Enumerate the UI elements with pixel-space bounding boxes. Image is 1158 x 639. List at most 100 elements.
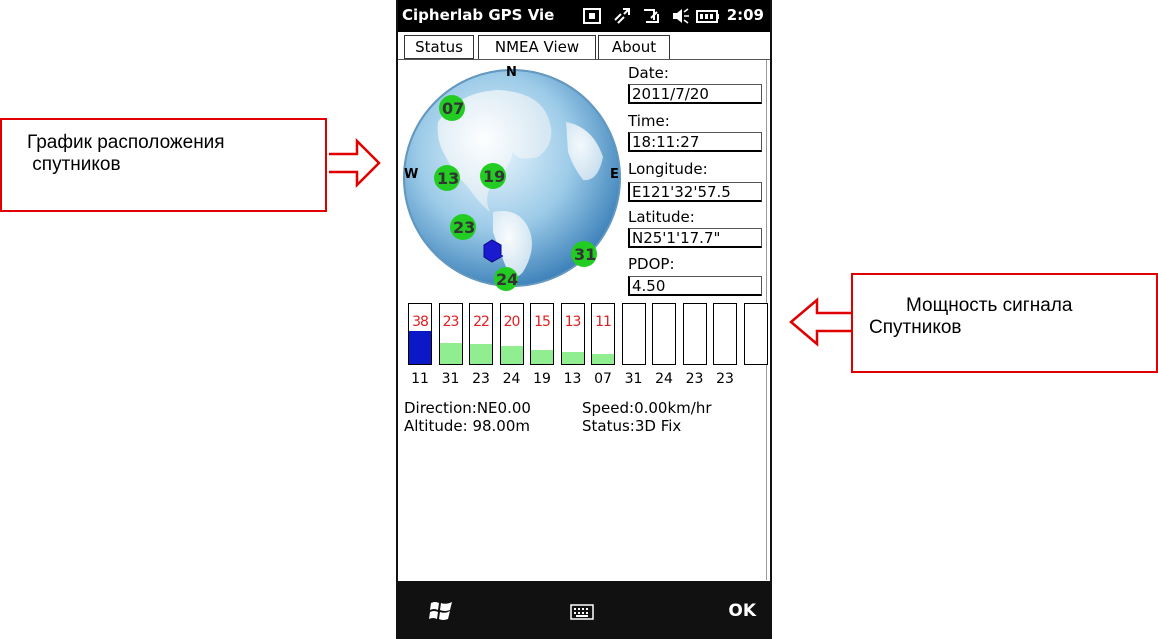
fix-status-label: Status:	[582, 417, 635, 435]
speed-row: Speed:0.00km/hr	[582, 399, 712, 417]
speed-value: 0.00km/hr	[634, 399, 712, 417]
svg-text:24: 24	[496, 270, 518, 289]
signal-bar-prn: 24	[502, 371, 521, 387]
signal-bar-prn: 24	[655, 371, 673, 387]
signal-bar: 22	[469, 303, 493, 365]
signal-bar-snr: 11	[595, 314, 612, 330]
time-field: 18:11:27	[628, 132, 762, 152]
keyboard-icon[interactable]	[570, 604, 594, 620]
signal-bar: 11	[591, 303, 615, 365]
signal-bar-prn: 31	[441, 371, 460, 387]
signal-bar	[682, 303, 707, 365]
signal-bar-prn: 31	[624, 371, 643, 387]
signal-bar-prn: 23	[716, 371, 734, 387]
signal-bar-prn: 07	[594, 371, 612, 387]
phone-screen: Cipherlab GPS Vie 2:09 Status NMEA View …	[396, 0, 772, 639]
latitude-field: N25'1'17.7"	[628, 228, 762, 248]
svg-text:13: 13	[437, 169, 459, 188]
signal-bar: 38	[408, 303, 432, 365]
signal-strength-callout: Мощность сигнала Спутников	[851, 273, 1158, 373]
tab-nmea-view[interactable]: NMEA View	[478, 35, 596, 59]
satellite-marker: 11	[483, 239, 504, 263]
signal-bar	[621, 303, 646, 365]
pdop-label: PDOP:	[628, 255, 675, 273]
connectivity-icon[interactable]	[612, 6, 632, 26]
tab-about[interactable]: About	[598, 35, 670, 59]
signal-bar-fill	[409, 331, 431, 364]
speed-label: Speed:	[582, 399, 635, 417]
signal-bar	[713, 303, 737, 365]
signal-bar-snr: 23	[442, 314, 460, 330]
ok-button[interactable]: OK	[728, 601, 756, 621]
latitude-label: Latitude:	[628, 208, 695, 226]
direction-label: Direction:	[404, 399, 477, 417]
window-icon[interactable]	[582, 6, 602, 26]
app-title: Cipherlab GPS Vie	[402, 6, 555, 24]
sky-plot-callout: График расположения спутников	[0, 118, 327, 212]
signal-bar-fill	[561, 352, 584, 364]
callout-text: Мощность сигнала	[906, 295, 1073, 316]
battery-icon[interactable]	[696, 6, 720, 26]
date-field: 2011/7/20	[628, 84, 762, 104]
signal-bar-prn: 23	[472, 371, 490, 387]
signal-bar: 23	[438, 303, 463, 365]
satellite-marker: 19	[480, 163, 506, 189]
signal-bar-prn: 13	[563, 371, 582, 387]
callout-arrow-right-icon	[329, 138, 381, 188]
tab-label: NMEA View	[494, 38, 580, 56]
signal-bar-fill	[592, 354, 614, 364]
signal-bar-fill	[500, 346, 523, 364]
satellite-marker: 31	[571, 241, 597, 267]
signal-bar-fill	[439, 343, 462, 364]
signal-bar-prn: 23	[685, 371, 704, 387]
tab-label: Status	[415, 38, 463, 56]
altitude-row: Altitude: 98.00m	[404, 417, 530, 435]
time-label: Time:	[628, 112, 670, 130]
direction-row: Direction:NE0.00	[404, 399, 531, 417]
signal-bar-prn: 11	[411, 371, 429, 387]
satellite-marker: 13	[434, 165, 460, 191]
volume-icon[interactable]	[670, 6, 690, 26]
date-label: Date:	[628, 64, 669, 82]
svg-text:23: 23	[453, 218, 475, 237]
longitude-field: E121'32'57.5	[628, 182, 762, 202]
sky-plot: N W E 07 13 19 23 11 31 24	[403, 65, 621, 291]
signal-bar-fill	[470, 344, 492, 364]
clock: 2:09	[726, 6, 764, 24]
svg-text:31: 31	[574, 245, 596, 264]
signal-bar-prn: 19	[533, 371, 551, 387]
svg-text:19: 19	[483, 167, 505, 186]
signal-bar	[743, 303, 768, 365]
satellite-marker: 24	[494, 267, 518, 291]
signal-bar-snr: 13	[564, 314, 582, 330]
signal-bar-snr: 15	[534, 314, 551, 330]
windows-start-icon[interactable]	[428, 599, 454, 623]
altitude-label: Altitude:	[404, 417, 468, 435]
callout-text: спутников	[27, 154, 121, 175]
signal-bar	[652, 303, 676, 365]
signal-bar-snr: 20	[503, 314, 521, 330]
longitude-label: Longitude:	[628, 160, 708, 178]
signal-bar-snr: 38	[412, 314, 429, 330]
status-bar: Cipherlab GPS Vie 2:09	[398, 0, 770, 32]
satellite-marker: 07	[439, 95, 465, 121]
callout-text: График расположения	[27, 132, 225, 153]
signal-off-icon[interactable]	[642, 6, 662, 26]
direction-value: NE0.00	[476, 399, 531, 417]
altitude-value: 98.00m	[472, 417, 531, 435]
signal-bar-snr: 22	[473, 314, 490, 330]
signal-bar-fill	[531, 350, 553, 364]
svg-text:11: 11	[483, 243, 504, 261]
callout-text: Спутников	[869, 317, 962, 338]
compass-east: E	[610, 167, 619, 182]
compass-north: N	[506, 65, 517, 80]
signal-bar: 20	[499, 303, 524, 365]
tab-status[interactable]: Status	[404, 35, 474, 59]
soft-key-bar: OK	[398, 581, 770, 639]
tab-divider	[398, 59, 770, 60]
svg-text:07: 07	[442, 99, 464, 118]
signal-bar: 13	[560, 303, 585, 365]
tab-label: About	[611, 38, 657, 56]
signal-bar: 15	[530, 303, 554, 365]
callout-arrow-left-icon	[789, 297, 851, 347]
